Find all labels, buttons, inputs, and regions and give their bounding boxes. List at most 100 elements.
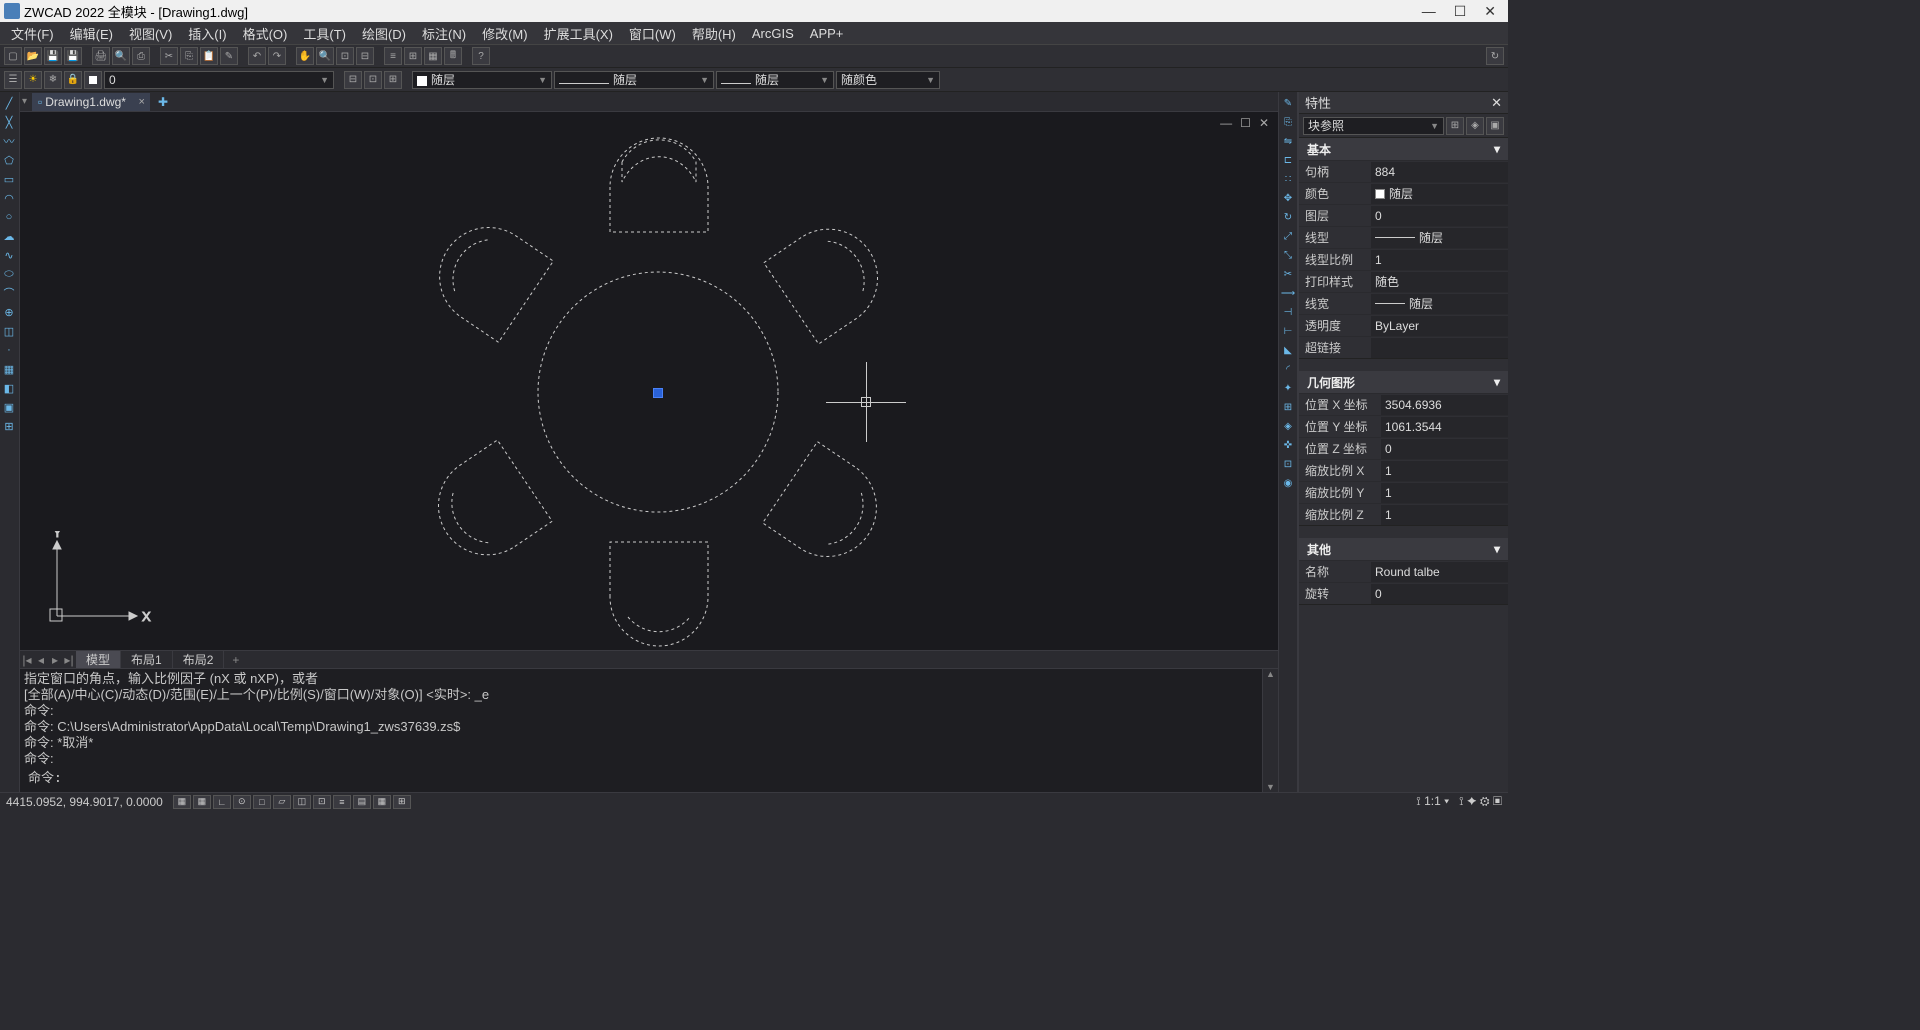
prop-posy[interactable]: 1061.3544 [1381, 417, 1508, 437]
otrack-btn[interactable]: ▱ [273, 795, 291, 809]
document-tab[interactable]: ▫ Drawing1.dwg* × [32, 93, 150, 111]
block-icon[interactable]: ◫ [0, 322, 18, 340]
menu-express[interactable]: 扩展工具(X) [537, 22, 620, 45]
extend-icon[interactable]: ⟶ [1279, 284, 1297, 302]
revcloud-icon[interactable]: ☁ [0, 227, 18, 245]
command-scrollbar[interactable]: ▲ ▼ [1262, 669, 1278, 792]
section-basic[interactable]: 基本▾ [1299, 138, 1508, 160]
redo-btn[interactable]: ↷ [268, 47, 286, 65]
osnap-btn[interactable]: □ [253, 795, 271, 809]
scale-icon[interactable]: ⤢ [1279, 227, 1297, 245]
polar-btn[interactable]: ⊙ [233, 795, 251, 809]
dc-btn[interactable]: ⊞ [404, 47, 422, 65]
layer-uniso-btn[interactable]: ⊞ [384, 71, 402, 89]
tool-e-icon[interactable]: ◉ [1279, 474, 1297, 492]
prop-layer[interactable]: 0 [1371, 206, 1508, 226]
publish-btn[interactable]: ⎙ [132, 47, 150, 65]
layout-nav-last[interactable]: ▸| [62, 653, 76, 667]
layer-freeze-btn[interactable]: ❄ [44, 71, 62, 89]
prop-rotation[interactable]: 0 [1371, 584, 1508, 604]
selection-type-combo[interactable]: 块参照 ▼ [1303, 117, 1444, 135]
prop-ltscale[interactable]: 1 [1371, 250, 1508, 270]
quickselect-btn[interactable]: ⊞ [1446, 117, 1464, 135]
fillet-icon[interactable]: ◜ [1279, 360, 1297, 378]
prop-lineweight[interactable]: 随层 [1371, 294, 1508, 314]
open-btn[interactable]: 📂 [24, 47, 42, 65]
vp-close-btn[interactable]: ✕ [1256, 116, 1272, 130]
arc-icon[interactable]: ◠ [0, 189, 18, 207]
menu-file[interactable]: 文件(F) [4, 22, 61, 45]
menu-edit[interactable]: 编辑(E) [63, 22, 120, 45]
menu-view[interactable]: 视图(V) [122, 22, 179, 45]
table-icon[interactable]: ⊞ [0, 417, 18, 435]
join-icon[interactable]: ⊢ [1279, 322, 1297, 340]
lwt-btn[interactable]: ≡ [333, 795, 351, 809]
menu-arcgis[interactable]: ArcGIS [745, 24, 801, 43]
trim-icon[interactable]: ✂ [1279, 265, 1297, 283]
menu-format[interactable]: 格式(O) [236, 22, 295, 45]
region-icon[interactable]: ▣ [0, 398, 18, 416]
sc-btn[interactable]: ▦ [373, 795, 391, 809]
copy-btn[interactable]: ⎘ [180, 47, 198, 65]
mirror-icon[interactable]: ⇋ [1279, 132, 1297, 150]
prop-handle[interactable]: 884 [1371, 162, 1508, 182]
prop-scalex[interactable]: 1 [1381, 461, 1508, 481]
menu-draw[interactable]: 绘图(D) [355, 22, 413, 45]
spline-icon[interactable]: ∿ [0, 246, 18, 264]
layer-state-combo[interactable]: 随层 ▼ [412, 71, 552, 89]
menu-app[interactable]: APP+ [803, 24, 851, 43]
color-combo[interactable]: 随颜色 ▼ [836, 71, 940, 89]
menu-window[interactable]: 窗口(W) [622, 22, 683, 45]
stretch-icon[interactable]: ⤡ [1279, 246, 1297, 264]
copy-icon[interactable]: ⎘ [1279, 113, 1297, 131]
cut-btn[interactable]: ✂ [160, 47, 178, 65]
polygon-icon[interactable]: ⬠ [0, 151, 18, 169]
break-icon[interactable]: ⊣ [1279, 303, 1297, 321]
tool-b-icon[interactable]: ◈ [1279, 417, 1297, 435]
layer-prev-btn[interactable]: ⊟ [344, 71, 362, 89]
selection-grip[interactable] [653, 388, 663, 398]
offset-icon[interactable]: ⊏ [1279, 151, 1297, 169]
layer-iso-btn[interactable]: ⊡ [364, 71, 382, 89]
scroll-down-icon[interactable]: ▼ [1266, 782, 1275, 792]
xline-icon[interactable]: ╳ [0, 113, 18, 131]
command-history[interactable]: 指定窗口的角点，输入比例因子 (nX 或 nXP)，或者 [全部(A)/中心(C… [20, 669, 1262, 792]
refresh-btn[interactable]: ↻ [1486, 47, 1504, 65]
pan-btn[interactable]: ✋ [296, 47, 314, 65]
chamfer-icon[interactable]: ◣ [1279, 341, 1297, 359]
gradient-icon[interactable]: ◧ [0, 379, 18, 397]
tp-btn[interactable]: ▦ [424, 47, 442, 65]
minimize-btn[interactable]: — [1422, 3, 1436, 20]
ellipse-icon[interactable]: ⬭ [0, 265, 18, 283]
scroll-up-icon[interactable]: ▲ [1266, 669, 1275, 679]
plot-btn[interactable]: 🖨 [92, 47, 110, 65]
qp-btn[interactable]: ▤ [353, 795, 371, 809]
tool-c-icon[interactable]: ✜ [1279, 436, 1297, 454]
pickadd-btn[interactable]: ◈ [1466, 117, 1484, 135]
move-icon[interactable]: ✥ [1279, 189, 1297, 207]
layout-nav-prev[interactable]: ◂ [34, 653, 48, 667]
drawing-canvas[interactable]: — ☐ ✕ X Y [20, 112, 1278, 650]
layer-lock-btn[interactable]: 🔒 [64, 71, 82, 89]
explode-icon[interactable]: ✦ [1279, 379, 1297, 397]
point-icon[interactable]: · [0, 341, 18, 359]
tool-d-icon[interactable]: ⊡ [1279, 455, 1297, 473]
ellipsearc-icon[interactable]: ⌒ [0, 284, 18, 302]
prop-transparency[interactable]: ByLayer [1371, 316, 1508, 336]
snap-btn[interactable]: ▦ [173, 795, 191, 809]
props-btn[interactable]: ≡ [384, 47, 402, 65]
grid-btn[interactable]: ▦ [193, 795, 211, 809]
erase-icon[interactable]: ✎ [1279, 94, 1297, 112]
paste-btn[interactable]: 📋 [200, 47, 218, 65]
lineweight-combo[interactable]: 随层 ▼ [716, 71, 834, 89]
section-geometry[interactable]: 几何图形▾ [1299, 371, 1508, 393]
prop-scaley[interactable]: 1 [1381, 483, 1508, 503]
selectobj-btn[interactable]: ▣ [1486, 117, 1504, 135]
vp-minimize-btn[interactable]: — [1217, 116, 1235, 130]
zoom-btn[interactable]: 🔍 [316, 47, 334, 65]
line-icon[interactable]: ╱ [0, 94, 18, 112]
ducs-btn[interactable]: ◫ [293, 795, 311, 809]
prop-scalez[interactable]: 1 [1381, 505, 1508, 525]
vp-maximize-btn[interactable]: ☐ [1237, 116, 1254, 130]
pline-icon[interactable]: 〰 [0, 132, 18, 150]
